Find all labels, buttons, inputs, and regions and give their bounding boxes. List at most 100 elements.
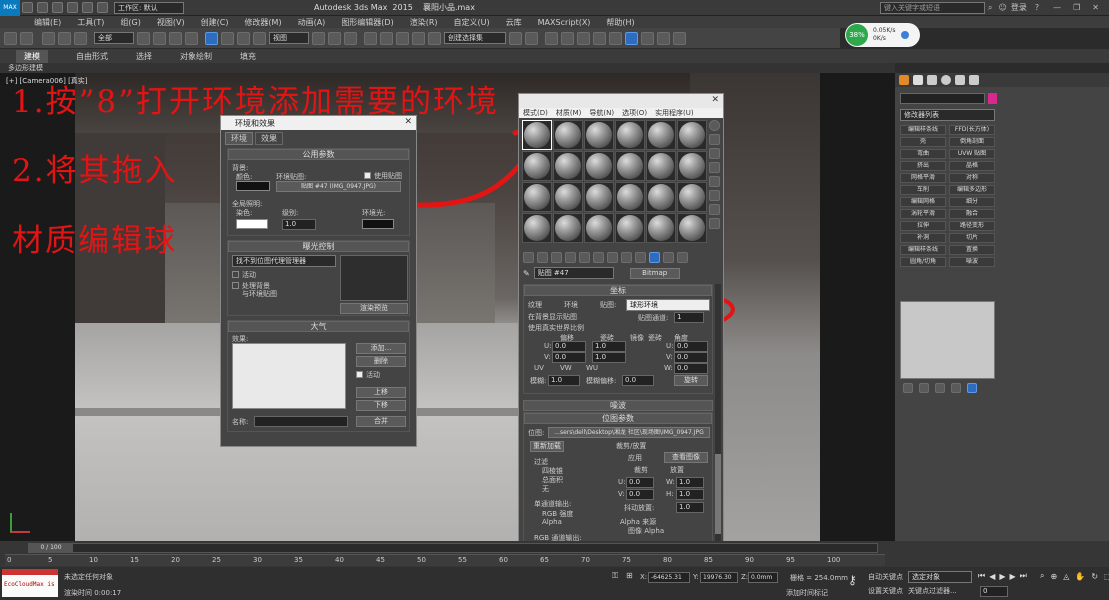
noise-rollout[interactable]: 噪波	[523, 400, 713, 411]
menu-group[interactable]: 组(G)	[120, 17, 140, 28]
remove-modifier-icon[interactable]	[951, 383, 961, 393]
material-editor-icon[interactable]	[609, 31, 622, 45]
menu-maxscript[interactable]: MAXScript(X)	[538, 18, 591, 27]
reload-button[interactable]: 重新加载	[530, 441, 564, 452]
sample-slot[interactable]	[553, 182, 583, 212]
real-world-checkbox[interactable]: 使用真实世界比例	[528, 323, 584, 333]
mod-button[interactable]: 倒角剖面	[949, 137, 995, 147]
schematic-view-icon[interactable]	[593, 31, 606, 45]
open-file-icon[interactable]	[37, 2, 48, 13]
snap-toggle-icon[interactable]	[364, 31, 377, 45]
make-preview-icon[interactable]	[709, 190, 720, 201]
sample-slot[interactable]	[584, 213, 614, 243]
modifier-list-dropdown[interactable]: 修改器列表	[900, 109, 995, 121]
sample-slot[interactable]	[522, 182, 552, 212]
rendered-frame-icon[interactable]	[641, 31, 654, 45]
align-icon[interactable]	[525, 31, 538, 45]
u-crop-input[interactable]: 0.0	[626, 477, 654, 488]
mod-button[interactable]: 圆角/切角	[900, 257, 946, 267]
mat-editor-titlebar[interactable]: ✕	[519, 94, 723, 108]
tab-effects[interactable]: 效果	[255, 132, 283, 145]
spinner-snap-icon[interactable]	[412, 31, 425, 45]
absolute-mode-icon[interactable]: ⊞	[626, 571, 633, 580]
alpha-radio[interactable]: Alpha	[542, 518, 562, 526]
mod-button[interactable]: 噪波	[949, 257, 995, 267]
sample-slot[interactable]	[615, 151, 645, 181]
menu-create[interactable]: 创建(C)	[201, 17, 229, 28]
set-key-icon[interactable]: ⚷	[848, 573, 857, 587]
render-preview-button[interactable]: 渲染预览	[340, 303, 408, 314]
close-icon[interactable]: ✕	[1092, 3, 1099, 12]
tint-swatch[interactable]	[236, 219, 268, 229]
make-unique-stack-icon[interactable]	[935, 383, 945, 393]
menu-cloud[interactable]: 云库	[506, 17, 522, 28]
app-logo-icon[interactable]: MAX	[0, 0, 20, 16]
jitter-checkbox[interactable]: 抖动放置:	[624, 503, 654, 513]
texture-radio-label[interactable]: 纹理	[528, 300, 542, 310]
mat-editor-scrollbar[interactable]	[715, 284, 721, 544]
z-coord-field[interactable]: 0.0mm	[748, 572, 778, 583]
show-end-result-icon[interactable]	[649, 252, 660, 263]
bitmap-path-button[interactable]: ...sers\dell\Desktop\湘龙 社区\现场图\IMG_0947.…	[548, 427, 710, 438]
sample-slot[interactable]	[584, 182, 614, 212]
mod-button[interactable]: 置换	[949, 245, 995, 255]
key-filters-button[interactable]: 关键点过滤器...	[908, 586, 957, 596]
sample-slot[interactable]	[615, 213, 645, 243]
view-image-button[interactable]: 查看图像	[664, 452, 708, 463]
jitter-input[interactable]: 1.0	[676, 502, 704, 513]
ribbon-tab-selection[interactable]: 选择	[136, 51, 152, 62]
v-tiling-input[interactable]: 1.0	[592, 352, 626, 363]
menu-edit[interactable]: 编辑(E)	[34, 17, 61, 28]
v-angle-input[interactable]: 0.0	[674, 352, 708, 363]
menu-help[interactable]: 帮助(H)	[606, 17, 634, 28]
mod-button[interactable]: 编辑多边形	[949, 185, 995, 195]
utilities-tab-icon[interactable]	[969, 75, 979, 85]
select-object-icon[interactable]	[137, 31, 150, 45]
get-material-icon[interactable]	[523, 252, 534, 263]
active-checkbox[interactable]	[232, 271, 239, 278]
mod-button[interactable]: 拉伸	[900, 221, 946, 231]
current-frame-input[interactable]: 0	[980, 586, 1008, 597]
backlight-icon[interactable]	[709, 134, 720, 145]
delete-effect-button[interactable]: 删除	[356, 356, 406, 367]
select-move-icon[interactable]	[205, 31, 218, 45]
place-icon[interactable]	[253, 31, 266, 45]
env-dialog-close-icon[interactable]: ✕	[404, 117, 412, 127]
undo-icon[interactable]	[67, 2, 78, 13]
show-shaded-icon[interactable]	[635, 252, 646, 263]
play-icon[interactable]: ▶	[999, 572, 1005, 581]
menu-customize[interactable]: 自定义(U)	[454, 17, 490, 28]
y-coord-field[interactable]: 19976.30	[700, 572, 738, 583]
field-of-view-icon[interactable]: ◬	[1063, 572, 1069, 581]
track-bar[interactable]: 0 5 10 15 20 25 30 35 40 45 50 55 60 65 …	[5, 554, 885, 566]
mod-button[interactable]: 挤出	[900, 161, 946, 171]
merge-button[interactable]: 合并	[356, 416, 406, 427]
reset-map-icon[interactable]	[565, 252, 576, 263]
display-tab-icon[interactable]	[955, 75, 965, 85]
add-time-tag[interactable]: 添加时间标记	[786, 588, 828, 598]
mod-button[interactable]: 涡轮平滑	[900, 209, 946, 219]
zoom-icon[interactable]: ⌕	[1040, 571, 1044, 581]
v-offset-input[interactable]: 0.0	[552, 352, 586, 363]
mod-button[interactable]: 网格平滑	[900, 173, 946, 183]
set-key-button[interactable]: 设置关键点	[868, 586, 903, 596]
modify-tab-icon[interactable]	[913, 75, 923, 85]
select-by-name-icon[interactable]	[153, 31, 166, 45]
minimize-icon[interactable]: —	[1053, 3, 1061, 12]
sample-slot[interactable]	[677, 182, 707, 212]
background-color-swatch[interactable]	[236, 181, 270, 191]
redo-icon[interactable]	[82, 2, 93, 13]
process-bg-checkbox[interactable]	[232, 282, 239, 289]
sample-slot[interactable]	[553, 151, 583, 181]
sample-uv-icon[interactable]	[709, 162, 720, 173]
sample-slot[interactable]	[553, 120, 583, 150]
environ-radio-label[interactable]: 环境	[564, 300, 578, 310]
put-to-library-icon[interactable]	[607, 252, 618, 263]
map-channel-input[interactable]: 1	[674, 312, 704, 323]
layer-manager-icon[interactable]	[545, 31, 558, 45]
mod-button[interactable]: 切片	[949, 233, 995, 243]
keyboard-shortcut-icon[interactable]	[344, 31, 357, 45]
v-crop-input[interactable]: 0.0	[626, 489, 654, 500]
mod-button[interactable]: 编辑样条线	[900, 125, 946, 135]
mat-editor-close-icon[interactable]: ✕	[711, 95, 719, 105]
